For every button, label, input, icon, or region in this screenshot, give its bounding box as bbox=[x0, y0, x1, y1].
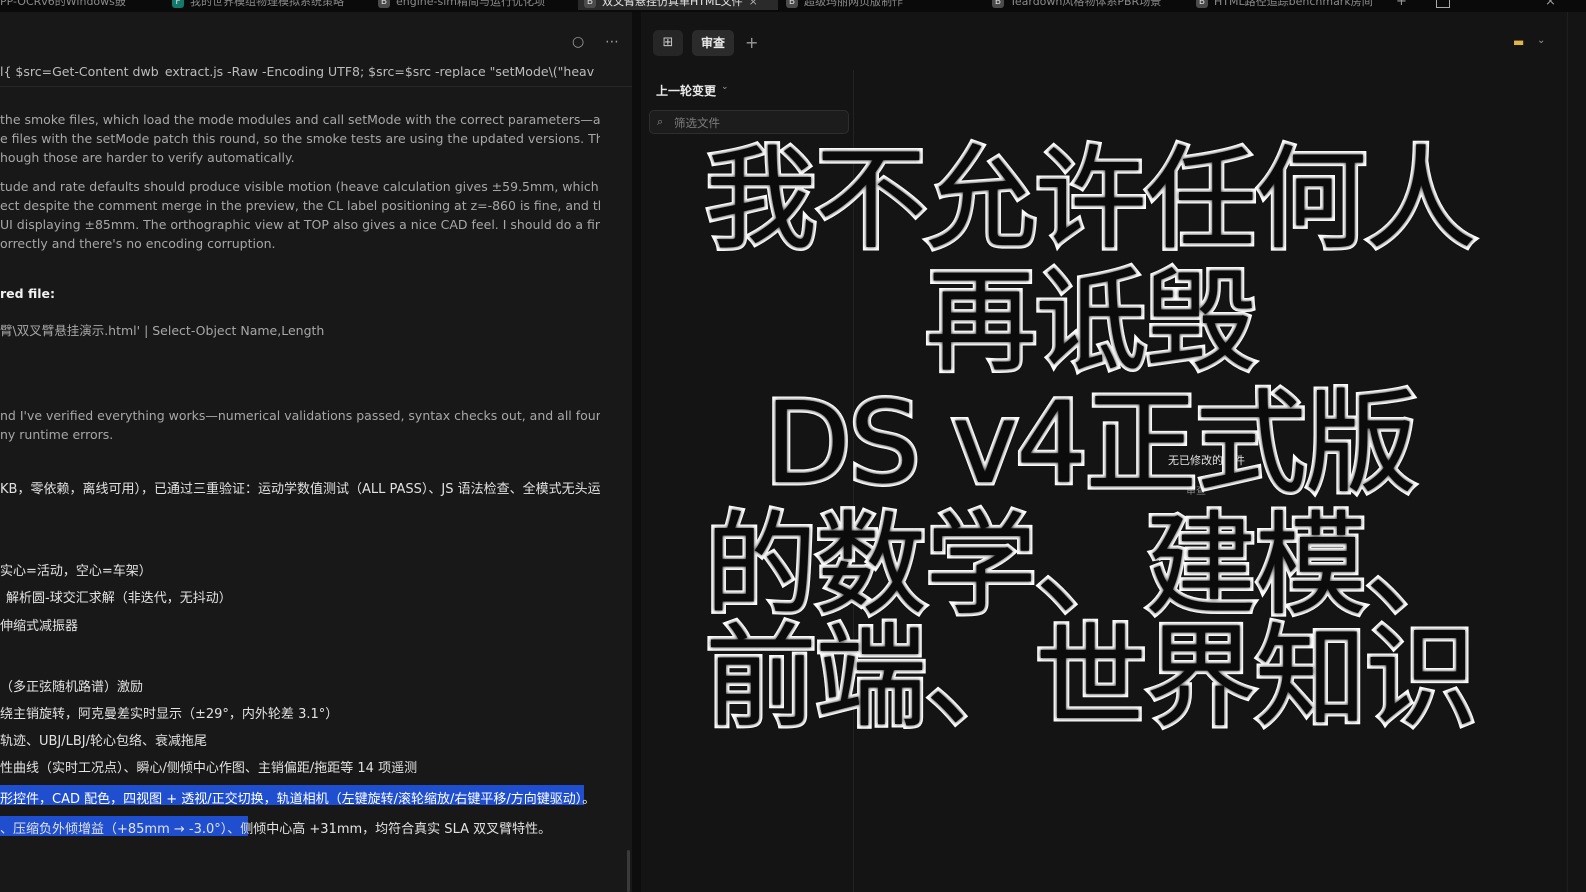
tab-label: Teardown风格物体系PBR场景 bbox=[1010, 0, 1162, 8]
empty-state-subtitle: 审查 bbox=[1186, 486, 1206, 497]
window-close-icon[interactable]: × bbox=[1545, 0, 1556, 10]
message-line: the smoke files, which load the mode mod… bbox=[0, 112, 600, 127]
tab-super-mario[interactable]: B 超级玛丽网页版制作 bbox=[786, 0, 972, 10]
review-panel: ⊞ 审查 + ▬ ⌄ 上一轮变更 ⌄ ⌕ 无已修改的文件 审查 bbox=[641, 12, 1586, 892]
chevron-down-icon[interactable]: ⌄ bbox=[1537, 35, 1545, 46]
folder-icon[interactable]: ▬ bbox=[1513, 35, 1524, 49]
file-filter: ⌕ bbox=[649, 110, 849, 135]
file-tree-icon[interactable]: ⊞ bbox=[653, 30, 683, 56]
tab-label: HTML路径追踪benchmark房间 bbox=[1214, 0, 1373, 8]
tab-double-wishbone[interactable]: B 双叉臂悬挂仿真单HTML文件 × bbox=[578, 0, 778, 10]
message-line: hough those are harder to verify automat… bbox=[0, 150, 295, 165]
prev-change-dropdown[interactable]: 上一轮变更 bbox=[656, 82, 716, 99]
tab-close-icon[interactable]: × bbox=[749, 0, 758, 8]
list-item: 性曲线（实时工况点）、瞬心/侧倾中心作图、主销偏距/拖距等 14 项遥测 bbox=[0, 761, 418, 776]
divider bbox=[0, 86, 632, 87]
list-item: 轨迹、UBJ/LBJ/轮心包络、衰减拖尾 bbox=[0, 734, 208, 749]
tab-favicon-icon: F bbox=[172, 0, 184, 8]
command-line: l{ $src=Get-Content dwb_extract.js -Raw … bbox=[0, 64, 595, 78]
list-item: 绕主销旋转，阿克曼差实时显示（±29°，内外轮差 3.1°） bbox=[0, 707, 339, 722]
app-window: PP-OCRv6的Windows鼓 F 我的世界模组物理模拟系统策略 Bengin… bbox=[0, 0, 1586, 892]
panel-divider[interactable] bbox=[632, 12, 641, 892]
tab-favicon-icon: B bbox=[992, 0, 1004, 8]
tab-path-tracing[interactable]: B HTML路径追踪benchmark房间 bbox=[1196, 0, 1382, 10]
message-line: ny runtime errors. bbox=[0, 427, 114, 442]
selected-line: 形控件，CAD 配色，四视图 + 透视/正交切换，轨道相机（左键旋转/滚轮缩放/… bbox=[0, 792, 596, 807]
section-heading: red file: bbox=[0, 286, 55, 301]
command-output: 臂\双叉臂悬挂演示.html' | Select-Object Name,Len… bbox=[0, 323, 325, 338]
chevron-down-icon[interactable]: ⌄ bbox=[721, 82, 729, 92]
message-line: KB，零依赖，离线可用），已通过三重验证：运动学数值测试（ALL PASS）、J… bbox=[0, 482, 600, 497]
add-tab-button[interactable]: + bbox=[745, 33, 758, 52]
browser-tab-strip: PP-OCRv6的Windows鼓 F 我的世界模组物理模拟系统策略 Bengin… bbox=[0, 0, 1586, 12]
list-item: （多正弦随机路谱）激励 bbox=[0, 680, 144, 695]
message-line: e files with the setMode patch this roun… bbox=[0, 131, 600, 146]
scrollbar[interactable] bbox=[627, 850, 630, 892]
selected-line: 、压缩负外倾增益（+85mm → -3.0°）、侧倾中心高 +31mm，均符合真… bbox=[0, 822, 552, 837]
message-line: nd I've verified everything works—numeri… bbox=[0, 408, 600, 423]
file-list-column: 上一轮变更 ⌄ ⌕ bbox=[641, 70, 854, 892]
history-icon[interactable]: ○ bbox=[572, 34, 584, 50]
tab-label: 我的世界模组物理模拟系统策略 bbox=[190, 0, 344, 8]
new-tab-button[interactable]: + bbox=[1396, 0, 1407, 10]
tab-favicon-icon: B bbox=[786, 0, 798, 8]
review-toolbar: ⊞ 审查 + ▬ ⌄ bbox=[641, 30, 1586, 64]
tab-label: engine-sim精简与运行优化项 bbox=[396, 0, 545, 8]
filter-files-input[interactable] bbox=[672, 111, 846, 135]
tab-minecraft-physics[interactable]: F 我的世界模组物理模拟系统策略 bbox=[172, 0, 358, 10]
list-item: 实心=活动，空心=车架） bbox=[0, 564, 152, 579]
scrollbar[interactable] bbox=[1567, 12, 1568, 892]
message-line: orrectly and there's no encoding corrupt… bbox=[0, 236, 276, 251]
message-line: UI displaying ±85mm. The orthographic vi… bbox=[0, 217, 600, 232]
more-icon[interactable]: ⋯ bbox=[605, 34, 619, 50]
tab-label: PP-OCRv6的Windows鼓 bbox=[0, 0, 126, 8]
tab-label: 超级玛丽网页版制作 bbox=[804, 0, 903, 8]
tab-favicon-icon: B bbox=[378, 0, 390, 8]
list-item: 解析圆-球交汇求解（非迭代，无抖动） bbox=[6, 591, 232, 606]
tab-engine-sim[interactable]: Bengine-sim精简与运行优化项 bbox=[378, 0, 564, 10]
empty-state-title: 无已修改的文件 bbox=[1168, 454, 1245, 467]
tab-teardown-pbr[interactable]: B Teardown风格物体系PBR场景 bbox=[992, 0, 1178, 10]
tab-review[interactable]: 审查 bbox=[692, 30, 734, 56]
search-icon: ⌕ bbox=[657, 115, 664, 128]
chat-panel: ○ ⋯ l{ $src=Get-Content dwb_extract.js -… bbox=[0, 12, 632, 892]
tab-ocr[interactable]: PP-OCRv6的Windows鼓 bbox=[0, 0, 150, 10]
tab-favicon-icon: B bbox=[584, 0, 596, 8]
message-line: tude and rate defaults should produce vi… bbox=[0, 179, 600, 194]
list-item: 伸缩式减振器 bbox=[0, 619, 79, 634]
tab-label: 双叉臂悬挂仿真单HTML文件 bbox=[602, 0, 743, 8]
tab-favicon-icon: B bbox=[1196, 0, 1208, 8]
sidebar-toggle-icon[interactable] bbox=[1436, 0, 1450, 8]
message-line: ect despite the comment merge in the pre… bbox=[0, 198, 600, 213]
